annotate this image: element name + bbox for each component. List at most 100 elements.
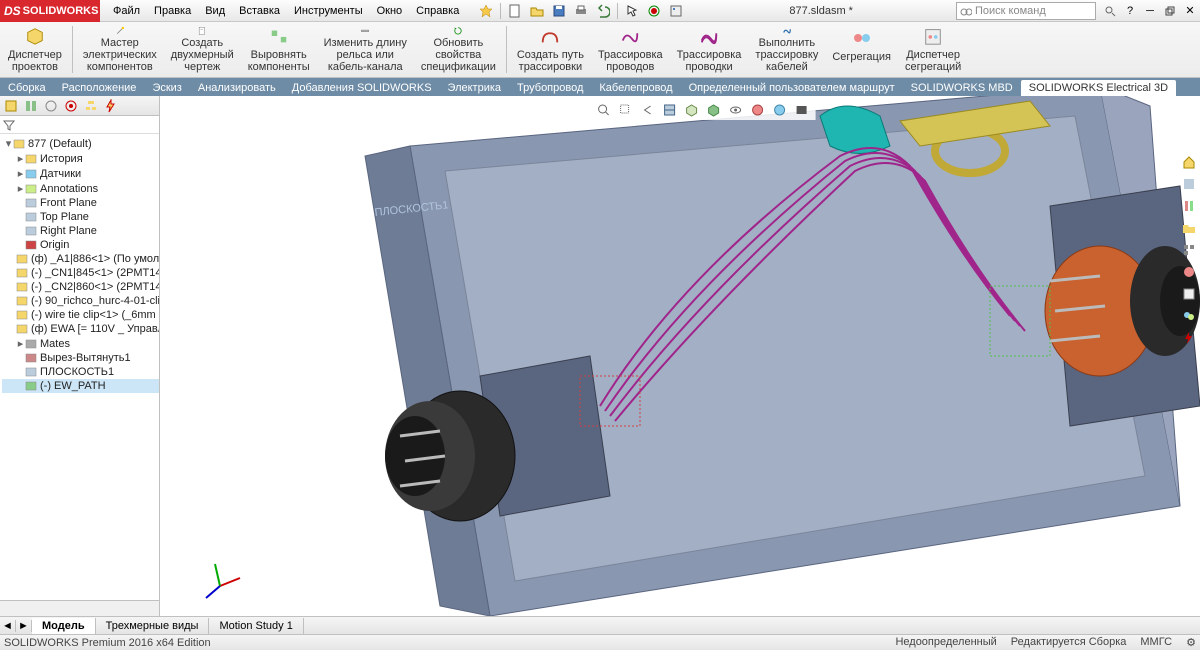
tree-item-6[interactable]: Origin [2, 238, 159, 252]
minimize-icon[interactable]: ─ [1140, 2, 1160, 20]
tree-item-13[interactable]: ▸Mates [2, 336, 159, 351]
ribbon-align[interactable]: Выровнятькомпоненты [244, 24, 314, 75]
ribbon-harness[interactable]: Трассировкапроводки [673, 24, 746, 75]
tree-root[interactable]: ▾877 (Default) [2, 136, 159, 151]
ribbon-cube[interactable]: Диспетчерпроектов [4, 24, 66, 75]
ribbon-rail[interactable]: Изменить длинурельса иликабель-канала [320, 24, 411, 75]
tree-item-7[interactable]: (ф) _A1|886<1> (По умолчанию<<Г [2, 252, 159, 266]
tree-item-1[interactable]: ▸Датчики [2, 166, 159, 181]
3d-viewport[interactable]: ПЛОСКОСТЬ1 [160, 96, 1200, 616]
cmdtab-5[interactable]: Электрика [440, 80, 510, 96]
open-icon[interactable] [527, 2, 547, 20]
cmdtab-0[interactable]: Сборка [0, 80, 54, 96]
prop-icon[interactable] [62, 98, 80, 114]
ribbon-seg[interactable]: Сегрегация [828, 24, 895, 75]
tree-item-2[interactable]: ▸Annotations [2, 181, 159, 196]
props-tab-icon[interactable] [1179, 284, 1199, 304]
binoculars-icon [960, 5, 972, 17]
menu-view[interactable]: Вид [198, 2, 232, 20]
tree-icon[interactable] [82, 98, 100, 114]
view-orient-icon[interactable] [682, 101, 702, 119]
options-icon[interactable] [666, 2, 686, 20]
status-edition: SOLIDWORKS Premium 2016 x64 Edition [4, 637, 211, 649]
ribbon-refresh[interactable]: Обновитьсвойстваспецификации [417, 24, 500, 75]
tree-item-5[interactable]: Right Plane [2, 224, 159, 238]
ribbon-cable[interactable]: Выполнитьтрассировкукабелей [751, 24, 822, 75]
menu-help[interactable]: Справка [409, 2, 466, 20]
tab-prev-icon[interactable]: ◄ [0, 620, 16, 632]
feature-manager-toolbar [0, 96, 159, 116]
scene-icon[interactable] [770, 101, 790, 119]
assembly-icon[interactable] [2, 98, 20, 114]
tree-item-10[interactable]: (-) 90_richco_hurc-4-01-clip<1> (2-01 [2, 294, 159, 308]
ribbon-path[interactable]: Создать путьтрассировки [513, 24, 588, 75]
cmdtab-8[interactable]: Определенный пользователем маршрут [681, 80, 903, 96]
print-icon[interactable] [571, 2, 591, 20]
zoom-fit-icon[interactable] [594, 101, 614, 119]
explorer-icon[interactable] [1179, 218, 1199, 238]
cmdtab-7[interactable]: Кабелепровод [591, 80, 680, 96]
tree-item-15[interactable]: ПЛОСКОСТЬ1 [2, 365, 159, 379]
ribbon-segmgr[interactable]: Диспетчерсегрегаций [901, 24, 965, 75]
filter-icon[interactable] [2, 118, 16, 132]
tree-scrollbar[interactable] [0, 600, 159, 616]
tree-item-14[interactable]: Вырез-Вытянуть1 [2, 351, 159, 365]
forum-tab-icon[interactable] [1179, 306, 1199, 326]
appearance-icon[interactable] [748, 101, 768, 119]
home-icon[interactable] [1179, 152, 1199, 172]
view-palette-icon[interactable] [1179, 240, 1199, 260]
menu-tools[interactable]: Инструменты [287, 2, 370, 20]
cmdtab-3[interactable]: Анализировать [190, 80, 284, 96]
tree-item-12[interactable]: (ф) EWA [= 110V _ Управление]17<2 [2, 322, 159, 336]
cmdtab-9[interactable]: SOLIDWORKS MBD [903, 80, 1021, 96]
ribbon-wire[interactable]: Трассировкапроводов [594, 24, 667, 75]
save-icon[interactable] [549, 2, 569, 20]
display-style-icon[interactable] [704, 101, 724, 119]
star-icon[interactable] [476, 2, 496, 20]
render-icon[interactable] [792, 101, 812, 119]
tree-item-11[interactable]: (-) wire tie clip<1> (_6mm Dia<<_6m [2, 308, 159, 322]
status-gear-icon[interactable]: ⚙ [1186, 636, 1196, 649]
library-icon[interactable] [1179, 196, 1199, 216]
tab-model[interactable]: Модель [32, 618, 96, 634]
ribbon-doc[interactable]: Создатьдвухмерныйчертеж [167, 24, 238, 75]
appear-tab-icon[interactable] [1179, 262, 1199, 282]
cmdtab-2[interactable]: Эскиз [144, 80, 189, 96]
cmdtab-4[interactable]: Добавления SOLIDWORKS [284, 80, 440, 96]
cmdtab-6[interactable]: Трубопровод [509, 80, 591, 96]
tree-item-9[interactable]: (-) _CN2|860<1> (2РМТ1464Ш1Е1<< [2, 280, 159, 294]
help-icon[interactable]: ? [1120, 2, 1140, 20]
tree-item-0[interactable]: ▸История [2, 151, 159, 166]
elec-icon[interactable] [102, 98, 120, 114]
rebuild-icon[interactable] [644, 2, 664, 20]
tree-item-8[interactable]: (-) _CN1|845<1> (2РМТ1464Ш1Е1<< [2, 266, 159, 280]
search-icon[interactable] [1100, 2, 1120, 20]
cmdtab-10[interactable]: SOLIDWORKS Electrical 3D [1021, 80, 1176, 96]
menu-window[interactable]: Окно [370, 2, 410, 20]
resources-icon[interactable] [1179, 174, 1199, 194]
cursor-icon[interactable] [622, 2, 642, 20]
section-icon[interactable] [660, 101, 680, 119]
restore-icon[interactable] [1160, 2, 1180, 20]
close-icon[interactable]: ✕ [1180, 2, 1200, 20]
menu-insert[interactable]: Вставка [232, 2, 287, 20]
tab-motion-study[interactable]: Motion Study 1 [209, 618, 303, 634]
ribbon-wand[interactable]: Мастерэлектрическихкомпонентов [79, 24, 161, 75]
tab-3dviews[interactable]: Трехмерные виды [96, 618, 210, 634]
tree-item-16[interactable]: (-) EW_PATH [2, 379, 159, 393]
hide-show-icon[interactable] [726, 101, 746, 119]
cmdtab-1[interactable]: Расположение [54, 80, 145, 96]
elec-tab-icon[interactable] [1179, 328, 1199, 348]
tab-next-icon[interactable]: ► [16, 620, 32, 632]
undo-icon[interactable] [593, 2, 613, 20]
menu-file[interactable]: Файл [106, 2, 147, 20]
prev-view-icon[interactable] [638, 101, 658, 119]
zoom-area-icon[interactable] [616, 101, 636, 119]
search-commands[interactable]: Поиск команд [956, 2, 1096, 20]
tree-item-4[interactable]: Top Plane [2, 210, 159, 224]
new-doc-icon[interactable] [505, 2, 525, 20]
tree-item-3[interactable]: Front Plane [2, 196, 159, 210]
config-icon[interactable] [22, 98, 40, 114]
menu-edit[interactable]: Правка [147, 2, 198, 20]
display-icon[interactable] [42, 98, 60, 114]
